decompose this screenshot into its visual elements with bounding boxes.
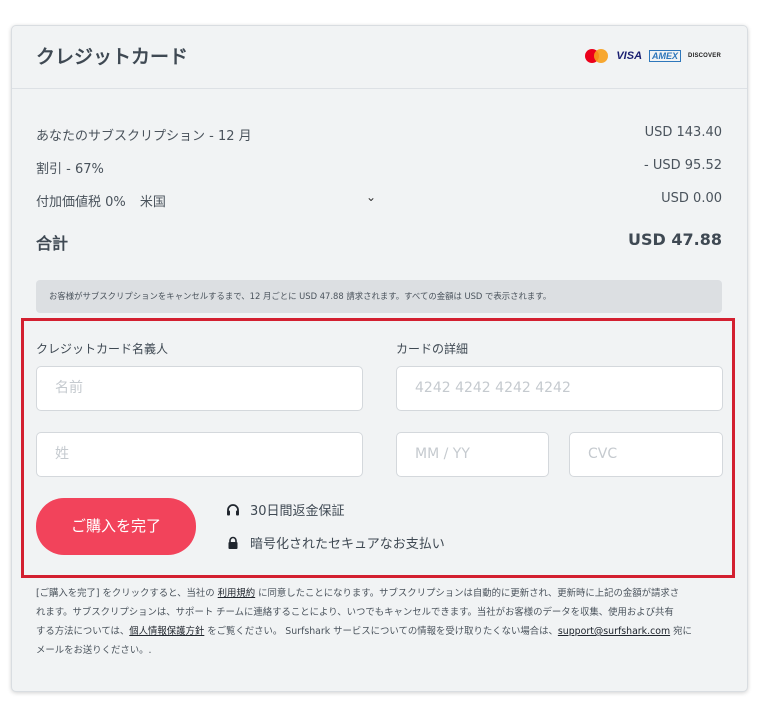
support-email-link[interactable]: support@surfshark.com <box>558 626 670 637</box>
country-select[interactable]: 米国 <box>140 195 166 210</box>
money-back-feature: 30日間返金保証 <box>226 500 345 519</box>
amex-icon: AMEX <box>649 50 682 62</box>
chevron-down-icon[interactable]: ⌄ <box>366 190 376 204</box>
total-label: 合計 <box>36 234 69 253</box>
card-header: クレジットカード VISA AMEX DISCOVER <box>12 26 747 89</box>
vat-label: 付加価値税 0% <box>36 195 126 210</box>
legal-line: する方法については、個人情報保護方針 をご覧ください。 Surfshark サー… <box>36 626 692 637</box>
billing-note: お客様がサブスクリプションをキャンセルするまで、12 月ごとに USD 47.8… <box>36 280 722 313</box>
secure-payment-feature: 暗号化されたセキュアなお支払い <box>226 533 445 552</box>
expiry-input[interactable]: MM / YY <box>396 432 549 477</box>
complete-purchase-button[interactable]: ご購入を完了 <box>36 498 196 555</box>
legal-text: [ご購入を完了] をクリックすると、当社の 利用規約 に同意したことになります。… <box>36 584 726 660</box>
cvc-input[interactable]: CVC <box>569 432 723 477</box>
lock-icon <box>228 536 238 549</box>
card-number-input[interactable]: 4242 4242 4242 4242 <box>396 366 723 411</box>
headset-icon <box>227 503 239 515</box>
subscription-amount: USD 143.40 <box>644 125 722 140</box>
legal-line: メールをお送りください。. <box>36 645 152 656</box>
subscription-label: あなたのサブスクリプション - 12 月 <box>36 129 252 144</box>
legal-line: [ご購入を完了] をクリックすると、当社の 利用規約 に同意したことになります。… <box>36 588 680 599</box>
subscription-row: あなたのサブスクリプション - 12 月 USD 143.40 <box>36 125 722 144</box>
discount-row: 割引 - 67% - USD 95.52 <box>36 158 722 177</box>
total-row: 合計 USD 47.88 <box>36 230 722 254</box>
last-name-input[interactable]: 姓 <box>36 432 363 477</box>
visa-icon: VISA <box>616 50 643 62</box>
first-name-input[interactable]: 名前 <box>36 366 363 411</box>
card-details-label: カードの詳細 <box>396 342 469 356</box>
discover-icon: DISCOVER <box>688 53 721 59</box>
cardholder-label: クレジットカード名義人 <box>36 342 169 356</box>
mastercard-icon <box>585 49 609 63</box>
legal-line: れます。サブスクリプションは、サポート チームに連絡することにより、いつでもキャ… <box>36 607 674 618</box>
card-brands: VISA AMEX DISCOVER <box>585 48 721 64</box>
vat-amount: USD 0.00 <box>661 191 722 206</box>
total-amount: USD 47.88 <box>628 230 722 249</box>
terms-link[interactable]: 利用規約 <box>218 588 256 599</box>
discount-amount: - USD 95.52 <box>644 158 722 173</box>
privacy-policy-link[interactable]: 個人情報保護方針 <box>129 626 204 637</box>
money-back-text: 30日間返金保証 <box>250 504 345 519</box>
page-title: クレジットカード <box>36 46 189 68</box>
secure-payment-text: 暗号化されたセキュアなお支払い <box>250 537 445 552</box>
discount-label: 割引 - 67% <box>36 162 104 177</box>
checkout-card: クレジットカード VISA AMEX DISCOVER あなたのサブスクリプショ… <box>11 25 748 692</box>
vat-row: 付加価値税 0% 米国 ⌄ USD 0.00 <box>36 190 722 210</box>
